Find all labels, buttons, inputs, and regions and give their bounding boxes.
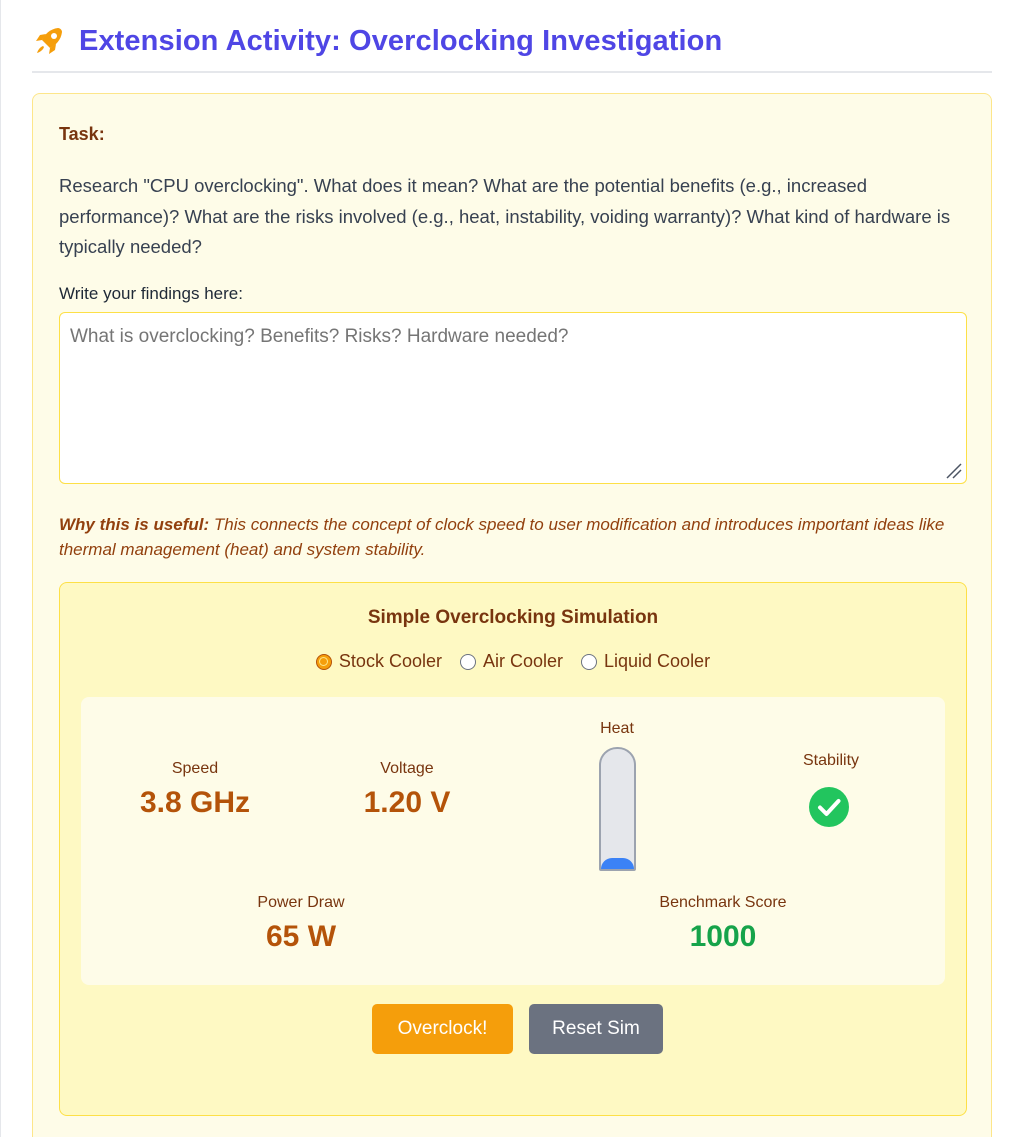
- heat-thermometer: [599, 747, 636, 871]
- radio-button[interactable]: [315, 653, 332, 670]
- resize-handle-icon[interactable]: [945, 462, 963, 480]
- page-title: Extension Activity: Overclocking Investi…: [79, 25, 723, 57]
- voltage-metric: Voltage 1.20 V: [327, 760, 487, 820]
- simulation-title: Simple Overclocking Simulation: [367, 607, 659, 628]
- findings-textarea[interactable]: [59, 312, 967, 484]
- cooler-radio-group: Stock Cooler Air Cooler Liquid Cooler: [60, 651, 966, 672]
- page-header: Extension Activity: Overclocking Investi…: [32, 20, 992, 73]
- task-label: Task:: [59, 124, 105, 144]
- power-value: 65 W: [265, 920, 337, 953]
- power-label: Power Draw: [257, 894, 345, 911]
- radio-button[interactable]: [459, 653, 476, 670]
- simulation-card: Simple Overclocking Simulation Stock Coo…: [59, 582, 967, 1116]
- metrics-panel: Speed 3.8 GHz Voltage 1.20 V Heat Stabil…: [81, 697, 945, 985]
- stability-label: Stability: [802, 752, 860, 769]
- radio-button[interactable]: [581, 653, 597, 670]
- radio-air-cooler[interactable]: Air Cooler: [459, 651, 563, 672]
- task-card: Task: Research "CPU overclocking". What …: [32, 93, 992, 1137]
- heat-fill: [601, 858, 634, 869]
- benchmark-metric: Benchmark Score 1000: [623, 894, 823, 954]
- power-metric: Power Draw 65 W: [221, 894, 381, 954]
- task-description: Research "CPU overclocking". What does i…: [59, 175, 951, 257]
- rocket-icon: [36, 28, 62, 54]
- voltage-value: 1.20 V: [363, 786, 451, 819]
- radio-label: Liquid Cooler: [604, 651, 711, 671]
- speed-value: 3.8 GHz: [139, 786, 251, 819]
- overclock-button[interactable]: Overclock!: [372, 1004, 513, 1054]
- reset-sim-button[interactable]: Reset Sim: [529, 1004, 663, 1054]
- why-useful-prefix: Why this is useful:: [59, 515, 210, 534]
- radio-label: Stock Cooler: [338, 651, 442, 671]
- check-circle-icon: [809, 787, 849, 827]
- voltage-label: Voltage: [380, 760, 434, 777]
- page-edge: [0, 0, 1, 1137]
- radio-stock-cooler[interactable]: Stock Cooler: [315, 651, 442, 672]
- findings-label: Write your findings here:: [59, 284, 243, 303]
- heat-label: Heat: [600, 720, 634, 737]
- why-useful-note: Why this is useful: This connects the co…: [59, 512, 959, 562]
- speed-label: Speed: [171, 760, 219, 777]
- benchmark-value: 1000: [689, 920, 757, 953]
- radio-label: Air Cooler: [482, 651, 563, 671]
- speed-metric: Speed 3.8 GHz: [115, 760, 275, 820]
- benchmark-label: Benchmark Score: [659, 894, 787, 911]
- radio-liquid-cooler[interactable]: Liquid Cooler: [581, 651, 710, 672]
